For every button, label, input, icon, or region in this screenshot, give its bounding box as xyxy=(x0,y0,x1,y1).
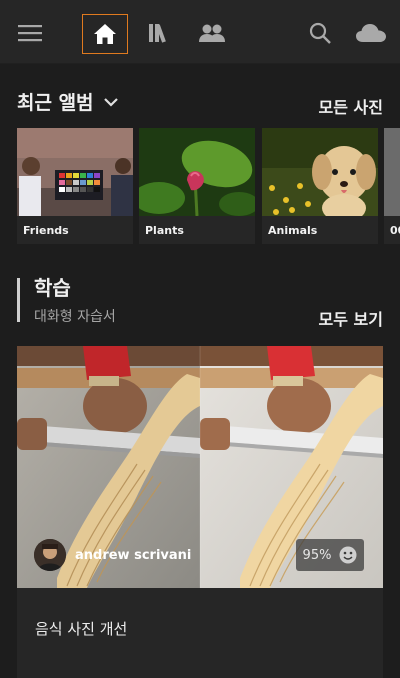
recent-albums-title: 최근 앨범 xyxy=(17,92,94,114)
author-name: andrew scrivani xyxy=(75,548,192,563)
album-thumbnail xyxy=(384,128,400,216)
cloud-sync-button[interactable] xyxy=(350,14,392,52)
tutorial-card[interactable]: andrew scrivani 95% 음식 사진 개선 xyxy=(17,346,383,678)
section-accent-bar xyxy=(17,278,20,322)
library-tab[interactable] xyxy=(140,14,180,52)
album-card-animals[interactable]: Animals xyxy=(262,128,378,244)
recent-albums-header[interactable]: 최근 앨범 xyxy=(17,88,118,115)
album-label: Plants xyxy=(145,224,184,237)
author-avatar xyxy=(34,539,66,571)
learn-title: 학습 xyxy=(34,276,71,300)
tutorial-score-badge: 95% xyxy=(296,539,364,571)
top-navigation-bar xyxy=(0,0,400,64)
album-card-friends[interactable]: Friends xyxy=(17,128,133,244)
album-card-partial[interactable]: 00 xyxy=(384,128,400,244)
home-icon xyxy=(94,24,116,44)
learn-subtitle: 대화형 자습서 xyxy=(34,309,116,325)
album-card-plants[interactable]: Plants xyxy=(139,128,255,244)
chevron-down-icon xyxy=(103,97,118,107)
people-tab[interactable] xyxy=(192,14,232,52)
album-label: Animals xyxy=(268,224,318,237)
menu-icon xyxy=(18,25,42,42)
album-thumbnail xyxy=(139,128,255,216)
album-thumbnail xyxy=(17,128,133,216)
search-icon xyxy=(309,22,331,44)
album-strip[interactable]: Friends Plants Animals 0 xyxy=(17,128,400,244)
all-photos-link[interactable]: 모든 사진 xyxy=(319,94,383,118)
smiley-face-icon xyxy=(339,546,357,564)
album-label: 00 xyxy=(390,224,400,237)
see-all-tutorials-link[interactable]: 모두 보기 xyxy=(319,306,383,330)
album-label: Friends xyxy=(23,224,69,237)
search-button[interactable] xyxy=(300,14,340,52)
home-tab[interactable] xyxy=(82,14,128,54)
people-icon xyxy=(199,24,225,42)
tutorial-title: 음식 사진 개선 xyxy=(35,620,128,638)
score-value: 95% xyxy=(302,547,332,563)
album-thumbnail xyxy=(262,128,378,216)
menu-button[interactable] xyxy=(10,14,50,52)
cloud-icon xyxy=(356,24,386,42)
library-icon xyxy=(149,24,166,43)
